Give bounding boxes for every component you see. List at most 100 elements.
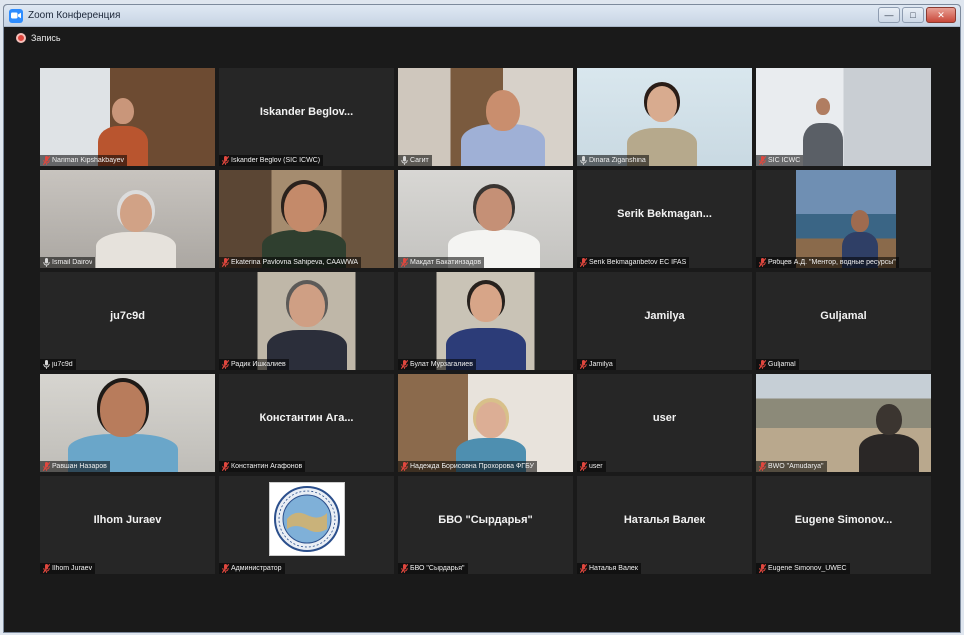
- participant-name-bar: Serik Bekmaganbetov EC IFAS: [577, 257, 690, 268]
- muted-mic-icon: [42, 156, 50, 165]
- participant-name: Nariman Kipshakbayev: [52, 157, 124, 164]
- record-dot-icon: [16, 33, 26, 43]
- title-bar[interactable]: Zoom Конференция — □ ✕: [4, 5, 960, 27]
- gallery-grid: Nariman Kipshakbayev Iskander Beglov... Is…: [40, 68, 931, 574]
- participant-name: Ilhom Juraev: [52, 565, 93, 572]
- maximize-button[interactable]: □: [902, 7, 924, 23]
- participant-name: ju7c9d: [52, 361, 73, 368]
- participant-tile[interactable]: Ilhom Juraev Ilhom Juraev: [40, 476, 215, 574]
- participant-name: Eugene Simonov_UWEC: [768, 565, 847, 572]
- participant-tile[interactable]: Сагит: [398, 68, 573, 166]
- participant-name: Радик Ишкалиев: [231, 361, 286, 368]
- muted-mic-icon: [758, 360, 766, 369]
- participant-tile[interactable]: Надежда Борисовна Прохорова ФГБУ: [398, 374, 573, 472]
- muted-mic-icon: [221, 360, 229, 369]
- participant-name: BWO "Amudarya": [768, 463, 824, 470]
- participant-video: [398, 374, 573, 472]
- participant-tile[interactable]: БВО "Сырдарья" БВО "Сырдарья": [398, 476, 573, 574]
- participant-name-bar: Eugene Simonov_UWEC: [756, 563, 850, 574]
- muted-mic-icon: [579, 258, 587, 267]
- participant-name: Jamilya: [589, 361, 613, 368]
- participant-name-bar: Рябцев А.Д. "Ментор, водные ресурсы": [756, 257, 899, 268]
- window-title: Zoom Конференция: [28, 10, 121, 21]
- muted-mic-icon: [42, 564, 50, 573]
- participant-video: [40, 68, 215, 166]
- participant-name: user: [589, 463, 603, 470]
- muted-mic-icon: [400, 462, 408, 471]
- participant-tile[interactable]: Guljamal Guljamal: [756, 272, 931, 370]
- participant-tile[interactable]: Ekaterina Pavlovna Sahipeva, CAAWWA: [219, 170, 394, 268]
- participant-video: [756, 68, 931, 166]
- participant-name-bar: SIC ICWC: [756, 155, 804, 166]
- participant-video: [756, 170, 931, 268]
- close-button[interactable]: ✕: [926, 7, 956, 23]
- participant-display-name: Наталья Валек: [623, 514, 706, 526]
- participant-name: Константин Агафонов: [231, 463, 303, 470]
- participant-tile[interactable]: Рябцев А.Д. "Ментор, водные ресурсы": [756, 170, 931, 268]
- participant-name: Iskander Beglov (SIC ICWC): [231, 157, 321, 164]
- participant-tile[interactable]: Макдат Бакатинзадов: [398, 170, 573, 268]
- muted-mic-icon: [758, 564, 766, 573]
- participant-video: [398, 68, 573, 166]
- participant-name: Наталья Валек: [589, 565, 638, 572]
- participant-tile[interactable]: Булат Мурзагалиев: [398, 272, 573, 370]
- participant-display-name: Jamilya: [644, 310, 685, 322]
- participant-name: Рябцев А.Д. "Ментор, водные ресурсы": [768, 259, 896, 266]
- participant-name-bar: BWO "Amudarya": [756, 461, 827, 472]
- participant-tile[interactable]: Eugene Simonov... Eugene Simonov_UWEC: [756, 476, 931, 574]
- participant-name-bar: Jamilya: [577, 359, 616, 370]
- participant-name: Надежда Борисовна Прохорова ФГБУ: [410, 463, 534, 470]
- participant-name: Администратор: [231, 565, 282, 572]
- participant-tile[interactable]: SIC ICWC: [756, 68, 931, 166]
- muted-mic-icon: [221, 462, 229, 471]
- participant-tile[interactable]: Jamilya Jamilya: [577, 272, 752, 370]
- participant-name: Булат Мурзагалиев: [410, 361, 473, 368]
- minimize-button[interactable]: —: [878, 7, 900, 23]
- participant-tile[interactable]: Iskander Beglov... Iskander Beglov (SIC I…: [219, 68, 394, 166]
- muted-mic-icon: [400, 360, 408, 369]
- participant-video: [219, 272, 394, 370]
- participant-tile[interactable]: ju7c9d ju7c9d: [40, 272, 215, 370]
- participant-tile[interactable]: Serik Bekmagan... Serik Bekmaganbetov EC …: [577, 170, 752, 268]
- participant-tile[interactable]: Наталья Валек Наталья Валек: [577, 476, 752, 574]
- participant-name-bar: Ismail Dairov: [40, 257, 96, 268]
- mic-icon: [579, 156, 587, 165]
- participant-video: [40, 170, 215, 268]
- participant-video: [398, 170, 573, 268]
- participant-video: [398, 272, 573, 370]
- participant-display-name: Iskander Beglov...: [259, 106, 354, 118]
- participant-tile[interactable]: Ismail Dairov: [40, 170, 215, 268]
- muted-mic-icon: [758, 462, 766, 471]
- participant-tile[interactable]: Радик Ишкалиев: [219, 272, 394, 370]
- participant-name: Равшан Назаров: [52, 463, 107, 470]
- participant-tile[interactable]: Dinara Ziganshina: [577, 68, 752, 166]
- participant-name-bar: Ilhom Juraev: [40, 563, 96, 574]
- recording-indicator[interactable]: Запись: [4, 27, 960, 49]
- muted-mic-icon: [400, 564, 408, 573]
- muted-mic-icon: [221, 564, 229, 573]
- participant-name: Guljamal: [768, 361, 796, 368]
- participant-name-bar: Наталья Валек: [577, 563, 641, 574]
- participant-name-bar: Сагит: [398, 155, 432, 166]
- participant-name-bar: БВО "Сырдарья": [398, 563, 468, 574]
- participant-name-bar: Надежда Борисовна Прохорова ФГБУ: [398, 461, 537, 472]
- participant-tile[interactable]: BWO "Amudarya": [756, 374, 931, 472]
- participant-tile[interactable]: Константин Ага... Константин Агафонов: [219, 374, 394, 472]
- participant-tile[interactable]: user user: [577, 374, 752, 472]
- participant-name: SIC ICWC: [768, 157, 801, 164]
- muted-mic-icon: [42, 462, 50, 471]
- participant-name-bar: Администратор: [219, 563, 285, 574]
- participant-name-bar: Guljamal: [756, 359, 799, 370]
- muted-mic-icon: [579, 564, 587, 573]
- participant-name-bar: Константин Агафонов: [219, 461, 306, 472]
- participant-display-name: Eugene Simonov...: [794, 514, 893, 526]
- participant-display-name: ju7c9d: [110, 310, 145, 322]
- muted-mic-icon: [221, 258, 229, 267]
- mic-icon: [42, 258, 50, 267]
- muted-mic-icon: [758, 258, 766, 267]
- participant-tile[interactable]: Равшан Назаров: [40, 374, 215, 472]
- participant-tile[interactable]: Администратор: [219, 476, 394, 574]
- participant-tile[interactable]: Nariman Kipshakbayev: [40, 68, 215, 166]
- recording-label: Запись: [31, 33, 61, 43]
- zoom-app-icon: [9, 8, 23, 23]
